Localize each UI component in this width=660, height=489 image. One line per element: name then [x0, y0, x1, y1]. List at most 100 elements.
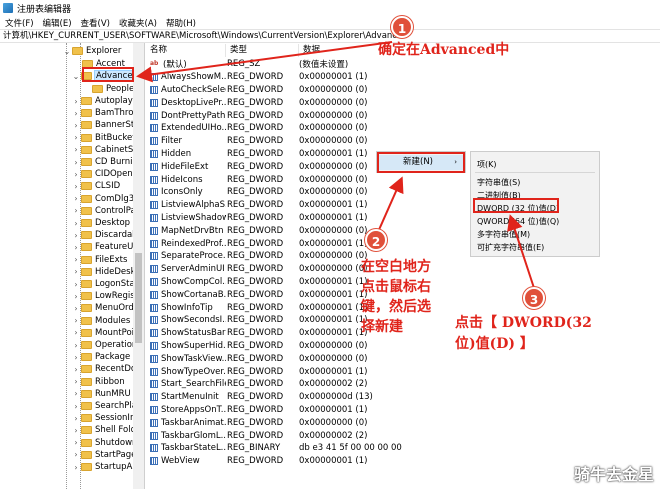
tree-scrollbar-thumb[interactable]	[135, 253, 142, 343]
chevron-right-icon[interactable]: ›	[72, 450, 80, 459]
binary-value-icon	[150, 201, 158, 210]
tree-item[interactable]: › StartPage	[72, 449, 136, 461]
tree-item[interactable]: › MenuOrde	[72, 302, 139, 314]
tree-item[interactable]: › Discardabl	[72, 229, 140, 241]
submenu-item-string[interactable]: 字符串值(S)	[477, 177, 520, 188]
submenu-item-qword[interactable]: QWORD (64 位)值(Q)	[477, 216, 559, 227]
address-bar[interactable]: 计算机\HKEY_CURRENT_USER\SOFTWARE\Microsoft…	[0, 29, 660, 43]
chevron-right-icon[interactable]: ›	[72, 438, 80, 447]
registry-value-row[interactable]: TaskbarStateL... REG_BINARY db e3 41 5f 00…	[146, 442, 660, 455]
tree-item[interactable]: › Shell Folde	[72, 424, 141, 436]
registry-value-row[interactable]: Filter REG_DWORD 0x00000000 (0)	[146, 135, 660, 148]
chevron-right-icon[interactable]: ›	[72, 426, 80, 435]
chevron-right-icon[interactable]: ›	[72, 353, 80, 362]
chevron-right-icon[interactable]: ›	[72, 109, 80, 118]
chevron-right-icon[interactable]: ›	[72, 194, 80, 203]
tree-item[interactable]: › FileExts	[72, 254, 127, 266]
value-type: REG_DWORD	[227, 366, 284, 377]
tree-item[interactable]: › ComDlg32	[72, 193, 139, 205]
tree-item[interactable]: › BitBucket	[72, 132, 135, 144]
tree-item[interactable]: › LowRegistr	[72, 290, 141, 302]
binary-value-icon	[150, 73, 158, 82]
tree-item[interactable]: › LogonStats	[72, 278, 142, 290]
chevron-right-icon[interactable]: ›	[72, 97, 80, 106]
chevron-right-icon[interactable]: ›	[72, 377, 80, 386]
value-name: AlwaysShowM...	[161, 72, 226, 83]
menu-edit[interactable]: 编辑(E)	[43, 17, 72, 29]
binary-value-icon	[150, 111, 158, 120]
chevron-right-icon[interactable]: ›	[72, 133, 80, 142]
tree-item[interactable]: › Ribbon	[72, 376, 125, 388]
chevron-right-icon[interactable]: ›	[72, 255, 80, 264]
registry-value-row[interactable]: StartMenuInit REG_DWORD 0x0000000d (13)	[146, 391, 660, 404]
registry-value-row[interactable]: TaskbarAnimat... REG_DWORD 0x00000000 (0)	[146, 416, 660, 429]
chevron-right-icon[interactable]: ›	[72, 121, 80, 130]
chevron-right-icon[interactable]: ›	[72, 304, 80, 313]
chevron-right-icon[interactable]: ›	[72, 341, 80, 350]
submenu-item-expandstring[interactable]: 可扩充字符串值(E)	[477, 242, 544, 253]
chevron-right-icon[interactable]: ›	[72, 145, 80, 154]
tree-item[interactable]: › Package In	[72, 351, 140, 363]
menu-favorites[interactable]: 收藏夹(A)	[119, 17, 157, 29]
tree-item-label: FileExts	[95, 254, 128, 265]
chevron-right-icon[interactable]: ›	[72, 414, 80, 423]
registry-value-row[interactable]: ShowTypeOver... REG_DWORD 0x00000001 (1)	[146, 365, 660, 378]
tree-item-label: Ribbon	[95, 376, 125, 387]
menu-file[interactable]: 文件(F)	[5, 17, 34, 29]
chevron-down-icon[interactable]: ⌄	[72, 72, 80, 81]
binary-value-icon	[150, 149, 158, 158]
chevron-right-icon[interactable]: ›	[72, 231, 80, 240]
chevron-right-icon[interactable]: ›	[72, 280, 80, 289]
chevron-right-icon[interactable]: ›	[72, 402, 80, 411]
registry-value-row[interactable]: Start_SearchFilesREG_DWORD 0x00000002 (2)	[146, 378, 660, 391]
value-type: REG_DWORD	[227, 200, 284, 211]
value-data: 0x00000002 (2)	[299, 430, 368, 441]
tree-item[interactable]: › ControlPan	[72, 205, 141, 217]
value-type: REG_DWORD	[227, 136, 284, 147]
tree-item[interactable]: › Desktop	[72, 217, 130, 229]
tree-item-people[interactable]: People	[92, 83, 134, 95]
highlight-dword-box	[473, 198, 559, 213]
chevron-down-icon[interactable]: ⌄	[63, 47, 71, 56]
chevron-right-icon[interactable]: ›	[72, 328, 80, 337]
registry-value-row[interactable]: TaskbarGlomL... REG_DWORD 0x00000002 (2)	[146, 429, 660, 442]
column-type-header[interactable]: 类型	[226, 44, 299, 57]
menu-view[interactable]: 查看(V)	[81, 17, 110, 29]
registry-value-row[interactable]: StoreAppsOnT... REG_DWORD 0x00000001 (1)	[146, 404, 660, 417]
tree-item[interactable]: › Modules	[72, 315, 130, 327]
chevron-right-icon[interactable]: ›	[72, 182, 80, 191]
chevron-right-icon[interactable]: ›	[72, 389, 80, 398]
folder-icon	[81, 194, 92, 203]
tree-item[interactable]: › CLSID	[72, 180, 120, 192]
registry-value-row[interactable]: DesktopLivePr... REG_DWORD 0x00000000 (0)	[146, 96, 660, 109]
tree-item[interactable]: › BamThrottl	[72, 107, 142, 119]
tree-item[interactable]: › RunMRU	[72, 388, 130, 400]
chevron-right-icon[interactable]: ›	[72, 365, 80, 374]
tree-item[interactable]: › CabinetSta	[72, 144, 141, 156]
submenu-item-multistring[interactable]: 多字符串值(M)	[477, 229, 530, 240]
chevron-right-icon[interactable]: ›	[72, 316, 80, 325]
menu-help[interactable]: 帮助(H)	[166, 17, 196, 29]
chevron-right-icon[interactable]: ›	[72, 206, 80, 215]
highlight-advanced-box	[82, 67, 134, 82]
tree-item[interactable]: › MountPoin	[72, 327, 139, 339]
chevron-right-icon[interactable]: ›	[72, 463, 80, 472]
tree-item[interactable]: › CIDOpen	[72, 168, 132, 180]
tree-item[interactable]: › RecentDoc	[72, 363, 140, 375]
registry-value-row[interactable]: ab (默认) REG_SZ (数值未设置)	[146, 58, 660, 71]
registry-value-row[interactable]: AutoCheckSelect REG_DWORD 0x00000000 (0)	[146, 84, 660, 97]
chevron-right-icon[interactable]: ›	[72, 219, 80, 228]
registry-value-row[interactable]: ExtendedUIHo... REG_DWORD 0x00000000 (0)	[146, 122, 660, 135]
submenu-item-key[interactable]: 项(K)	[477, 159, 497, 170]
chevron-right-icon[interactable]: ›	[72, 267, 80, 276]
folder-icon	[81, 243, 92, 252]
chevron-right-icon[interactable]: ›	[72, 170, 80, 179]
chevron-right-icon[interactable]: ›	[72, 243, 80, 252]
tree-item-explorer[interactable]: ⌄ Explorer	[63, 45, 122, 57]
chevron-right-icon[interactable]: ›	[72, 158, 80, 167]
tree-item[interactable]: › Shutdown	[72, 437, 137, 449]
registry-value-row[interactable]: AlwaysShowM... REG_DWORD 0x00000001 (1)	[146, 71, 660, 84]
chevron-right-icon[interactable]: ›	[72, 292, 80, 301]
registry-value-row[interactable]: DontPrettyPath REG_DWORD 0x00000000 (0)	[146, 109, 660, 122]
column-name-header[interactable]: 名称	[146, 44, 226, 57]
